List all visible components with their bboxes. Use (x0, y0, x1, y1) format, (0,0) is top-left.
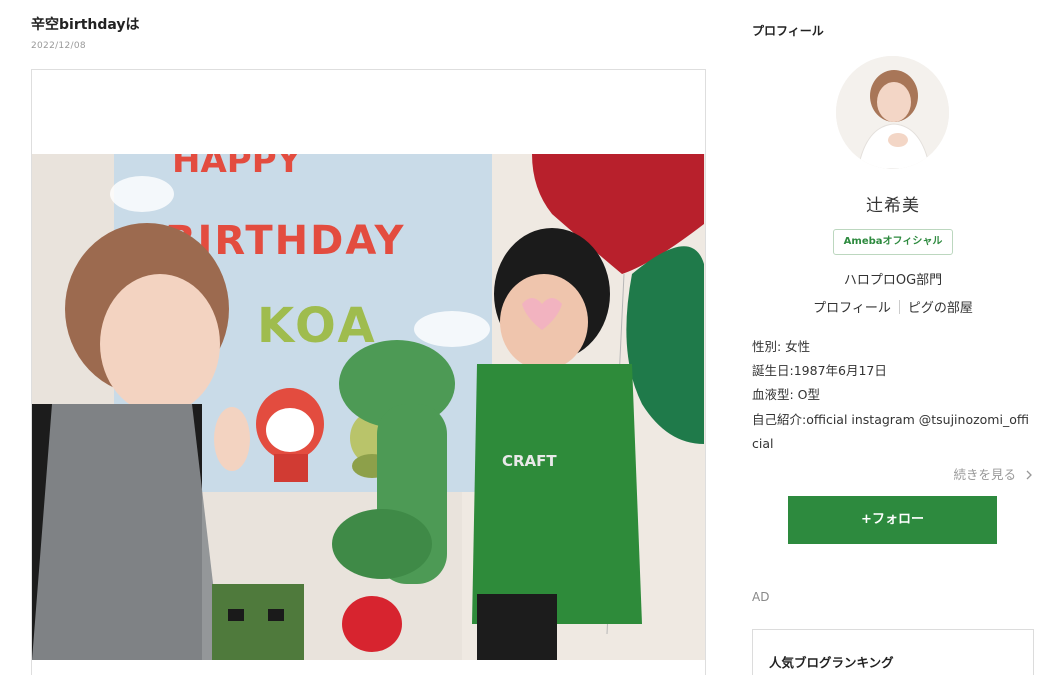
profile-name[interactable]: 辻希美 (752, 191, 1034, 216)
profile-heading: プロフィール (752, 24, 824, 38)
profile-birthday: 誕生日:1987年6月17日 (752, 363, 887, 378)
photo-frame: HAPPY BIRTHDAY KOA CRAFT (31, 69, 706, 675)
profile-sidebar: プロフィール 辻希美 Amebaオフィシャル ハロプロOG部門 プロフィールピグ… (752, 0, 1034, 675)
avatar[interactable] (836, 56, 949, 169)
profile-blood-type: 血液型: O型 (752, 387, 821, 402)
minecraft-plush (212, 584, 304, 660)
banner-line-happy: HAPPY (172, 154, 302, 181)
pigg-room-link[interactable]: ピグの部屋 (908, 301, 973, 316)
birthday-photo-illustration: HAPPY BIRTHDAY KOA CRAFT (32, 154, 705, 660)
profile-gender: 性別: 女性 (752, 339, 811, 354)
link-divider (898, 300, 900, 314)
profile-intro: 自己紹介:official instagram @tsujinozomi_off… (752, 412, 1029, 451)
ranking-title[interactable]: 人気ブログランキング (769, 652, 894, 671)
post-date: 2022/12/08 (31, 41, 86, 51)
ad-label: AD (752, 590, 770, 604)
profile-links: プロフィール ピグの部屋 (752, 297, 1034, 316)
follow-button[interactable]: +フォロー (788, 496, 997, 544)
banner-line-name: KOA (257, 298, 378, 354)
profile-genre-link[interactable]: ハロプロOG部門 (752, 269, 1034, 288)
read-more-label: 続きを見る (953, 467, 1017, 482)
hoodie-print: CRAFT (502, 452, 557, 470)
profile-link[interactable]: プロフィール (813, 301, 891, 316)
avatar-image (836, 56, 949, 169)
post-column: 辛空birthdayは 2022/12/08 HAPPY BIRTHDAY KO… (31, 0, 706, 675)
boy-hoodie (472, 364, 642, 624)
official-badge: Amebaオフィシャル (833, 229, 953, 255)
read-more-link[interactable]: 続きを見る (954, 464, 1035, 483)
post-photo[interactable]: HAPPY BIRTHDAY KOA CRAFT (32, 154, 705, 660)
post-title[interactable]: 辛空birthdayは (31, 14, 140, 34)
chevron-right-icon (1026, 470, 1032, 480)
ranking-box: 人気ブログランキング (752, 629, 1034, 675)
